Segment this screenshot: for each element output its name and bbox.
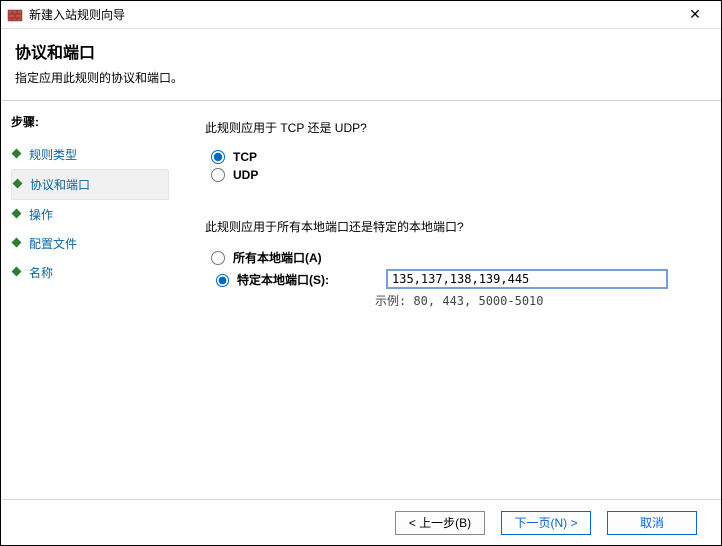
ports-example: 示例: 80, 443, 5000-5010 <box>375 292 695 309</box>
specific-ports-input[interactable] <box>387 270 667 288</box>
firewall-icon <box>7 7 23 23</box>
next-button[interactable]: 下一页(N) > <box>501 511 591 535</box>
wizard-content: 此规则应用于 TCP 还是 UDP? TCP UDP 此规则应用于所有本地端口还… <box>179 101 721 509</box>
sidebar-item-name[interactable]: 名称 <box>11 258 169 287</box>
close-icon[interactable]: ✕ <box>675 6 715 23</box>
steps-heading: 步骤: <box>11 113 169 130</box>
udp-label: UDP <box>233 168 258 182</box>
cancel-button[interactable]: 取消 <box>607 511 697 535</box>
sidebar-item-protocol-ports[interactable]: 协议和端口 <box>11 169 169 200</box>
sidebar-item-action[interactable]: 操作 <box>11 200 169 229</box>
protocol-udp-row[interactable]: UDP <box>211 168 695 182</box>
steps-list: 规则类型 协议和端口 操作 配置文件 名称 <box>11 140 169 287</box>
specific-ports-label: 特定本地端口(S): <box>237 271 387 288</box>
ports-all-row[interactable]: 所有本地端口(A) <box>211 249 695 266</box>
wizard-header: 协议和端口 指定应用此规则的协议和端口。 <box>1 29 721 101</box>
radio-all-ports[interactable] <box>211 251 225 265</box>
page-subtitle: 指定应用此规则的协议和端口。 <box>15 69 707 86</box>
protocol-question: 此规则应用于 TCP 还是 UDP? <box>205 119 695 136</box>
radio-tcp[interactable] <box>211 150 225 164</box>
ports-question: 此规则应用于所有本地端口还是特定的本地端口? <box>205 218 695 235</box>
steps-sidebar: 步骤: 规则类型 协议和端口 操作 配置文件 名称 <box>1 101 179 509</box>
protocol-tcp-row[interactable]: TCP <box>211 150 695 164</box>
sidebar-item-profile[interactable]: 配置文件 <box>11 229 169 258</box>
radio-specific-ports[interactable] <box>216 274 229 287</box>
radio-udp[interactable] <box>211 168 225 182</box>
all-ports-label: 所有本地端口(A) <box>233 249 322 266</box>
back-button[interactable]: < 上一步(B) <box>395 511 485 535</box>
window-title: 新建入站规则向导 <box>29 6 675 23</box>
titlebar: 新建入站规则向导 ✕ <box>1 1 721 29</box>
sidebar-item-rule-type[interactable]: 规则类型 <box>11 140 169 169</box>
wizard-footer: < 上一步(B) 下一页(N) > 取消 <box>1 499 721 545</box>
page-title: 协议和端口 <box>15 39 707 63</box>
tcp-label: TCP <box>233 150 257 164</box>
